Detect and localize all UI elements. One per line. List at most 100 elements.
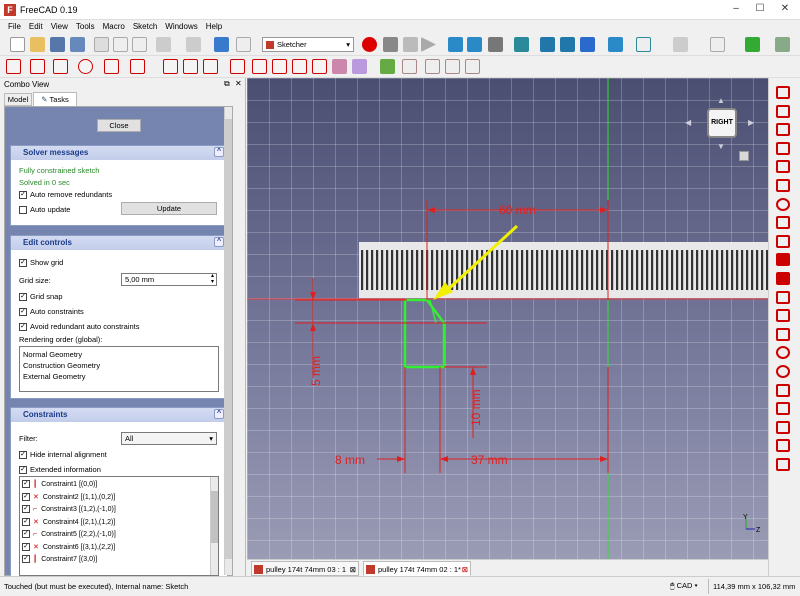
checkbox-checked-icon[interactable]: ✓ — [22, 542, 30, 551]
grid-size-field[interactable]: 5,00 mm ▴ ▾ — [121, 273, 217, 286]
lock-icon[interactable] — [776, 272, 790, 285]
close-panel-icon[interactable]: ✕ — [235, 79, 242, 88]
collapse-icon[interactable]: ^ — [214, 147, 224, 157]
paste-icon[interactable] — [132, 37, 147, 52]
list-item[interactable]: Construction Geometry — [23, 360, 215, 371]
whats-this-icon[interactable] — [236, 37, 251, 52]
axonometric-icon[interactable] — [636, 37, 651, 52]
vertical-icon[interactable] — [776, 123, 790, 137]
draw-style-icon[interactable] — [488, 37, 503, 52]
rectangle-icon[interactable] — [183, 59, 198, 74]
symmetry-icon[interactable] — [402, 59, 417, 74]
maximize-icon[interactable]: ☐ — [750, 2, 770, 16]
circle-icon[interactable] — [78, 59, 93, 74]
tangent-icon[interactable] — [776, 197, 790, 211]
toggle-driving-icon[interactable] — [776, 439, 790, 453]
checkbox-checked-icon[interactable]: ✓ — [22, 517, 30, 526]
stop-macro-icon[interactable] — [383, 37, 398, 52]
constraints-header[interactable]: Constraints ^ — [11, 408, 227, 422]
close-tab-icon[interactable]: ⊠ — [350, 562, 356, 577]
fit-all-icon[interactable] — [448, 37, 463, 52]
float-icon[interactable]: ⧉ — [224, 79, 230, 89]
sketch-tools-icon[interactable] — [465, 59, 480, 74]
doc-tab-pulley-02[interactable]: pulley 174t 74mm 02 : 1* ⊠ — [363, 561, 471, 576]
cut-icon[interactable] — [94, 37, 109, 52]
snell-law-icon[interactable] — [776, 402, 790, 416]
macros-icon[interactable] — [403, 37, 418, 52]
navigation-cube[interactable]: RIGHT ▲ ◀ ▶ ▼ — [685, 96, 759, 170]
edit-controls-header[interactable]: Edit controls ^ — [11, 236, 227, 250]
checkbox-checked-icon[interactable]: ✓ — [22, 530, 30, 539]
workbench-select[interactable]: Sketcher ▾ — [262, 37, 354, 52]
symmetric-icon[interactable] — [776, 234, 790, 248]
constraint-list-item[interactable]: ✓ ✕ Constraint2 [(1,1),(0,2)] — [22, 492, 216, 505]
link-icon[interactable] — [710, 37, 725, 52]
slot-icon[interactable] — [230, 59, 245, 74]
block-icon[interactable] — [776, 253, 790, 267]
checkbox-checked-icon[interactable]: ✓ — [22, 492, 30, 501]
extend-icon[interactable] — [292, 59, 307, 74]
copy-icon[interactable] — [113, 37, 128, 52]
constraint-list-item[interactable]: ✓ ⌐ Constraint3 [(1,2),(-1,0)] — [22, 504, 216, 517]
tab-tasks[interactable]: ✎ Tasks — [33, 92, 77, 106]
rotate-right-icon[interactable]: ▶ — [748, 118, 754, 127]
nav-style-select[interactable]: 🖱 CAD ▾ — [670, 581, 698, 591]
spin-arrows-icon[interactable]: ▴ ▾ — [211, 273, 214, 285]
open-file-icon[interactable] — [30, 37, 45, 52]
task-panel-scrollbar[interactable] — [224, 107, 232, 575]
sync-view-icon[interactable] — [514, 37, 529, 52]
parallel-icon[interactable] — [776, 160, 790, 174]
auto-constraints-checkbox[interactable]: ✓ Auto constraints — [19, 307, 84, 317]
filter-select[interactable]: All ▾ — [121, 432, 217, 445]
menu-view[interactable]: View — [47, 20, 72, 34]
record-macro-icon[interactable] — [362, 37, 377, 52]
distance-icon[interactable] — [776, 327, 790, 341]
back-icon[interactable] — [540, 37, 555, 52]
point-on-object-icon[interactable] — [776, 104, 790, 118]
equal-icon[interactable] — [776, 216, 790, 230]
zoom-icon[interactable] — [608, 37, 623, 52]
solver-messages-header[interactable]: Solver messages ^ — [11, 146, 227, 160]
constraint-list-item[interactable]: ✓ ┃ Constraint1 [(0,0)] — [22, 479, 216, 492]
collapse-icon[interactable]: ^ — [214, 409, 224, 419]
constraint-list-item[interactable]: ✓ ┃ Constraint7 [(3,0)] — [22, 554, 216, 567]
minimize-icon[interactable]: – — [726, 2, 746, 16]
bspline-icon[interactable] — [130, 59, 145, 74]
coincident-icon[interactable] — [776, 86, 790, 99]
navcube-face[interactable]: RIGHT — [707, 108, 737, 138]
constraint-list-item[interactable]: ✓ ✕ Constraint6 [(3,1),(2,2)] — [22, 542, 216, 555]
tree-icon[interactable] — [745, 37, 760, 52]
extended-info-checkbox[interactable]: ✓ Extended information — [19, 465, 101, 475]
trim-icon[interactable] — [272, 59, 287, 74]
menu-sketch[interactable]: Sketch — [129, 20, 161, 34]
save-icon[interactable] — [50, 37, 65, 52]
hide-internal-checkbox[interactable]: ✓ Hide internal alignment — [19, 450, 107, 460]
scrollbar-thumb[interactable] — [225, 119, 232, 559]
external-geometry-icon[interactable] — [332, 59, 347, 74]
rotate-up-icon[interactable]: ▲ — [717, 96, 725, 105]
rendering-order-list[interactable]: Normal Geometry Construction Geometry Ex… — [19, 346, 219, 392]
rotate-left-icon[interactable]: ◀ — [685, 118, 691, 127]
polyline-icon[interactable] — [163, 59, 178, 74]
grid-snap-checkbox[interactable]: ✓ Grid snap — [19, 292, 63, 302]
show-grid-checkbox[interactable]: ✓ Show grid — [19, 258, 63, 268]
toggle-active-icon[interactable] — [776, 458, 790, 471]
conic-icon[interactable] — [104, 59, 119, 74]
checkbox-checked-icon[interactable]: ✓ — [22, 505, 30, 514]
internal-alignment-icon[interactable] — [776, 420, 790, 434]
vertical-distance-icon[interactable] — [776, 309, 790, 323]
sketch-viewport[interactable]: 60 mm 5 mm 10 mm 8 mm 37 mm Y Z RIGHT ▲ … — [247, 78, 768, 559]
collapse-icon[interactable]: ^ — [214, 237, 224, 247]
menu-help[interactable]: Help — [202, 20, 226, 34]
group-icon[interactable] — [775, 37, 790, 52]
constraint-list-item[interactable]: ✓ ⌐ Constraint5 [(2,2),(-1,0)] — [22, 529, 216, 542]
new-file-icon[interactable] — [10, 37, 25, 52]
constraint-list-item[interactable]: ✓ ✕ Constraint4 [(2,1),(1,2)] — [22, 517, 216, 530]
line-icon[interactable] — [30, 59, 45, 74]
menu-tools[interactable]: Tools — [72, 20, 99, 34]
array-icon[interactable] — [445, 59, 460, 74]
close-tab-icon[interactable]: ⊠ — [462, 562, 468, 577]
update-button[interactable]: Update — [121, 202, 217, 215]
forward-icon[interactable] — [560, 37, 575, 52]
menu-windows[interactable]: Windows — [161, 20, 201, 34]
